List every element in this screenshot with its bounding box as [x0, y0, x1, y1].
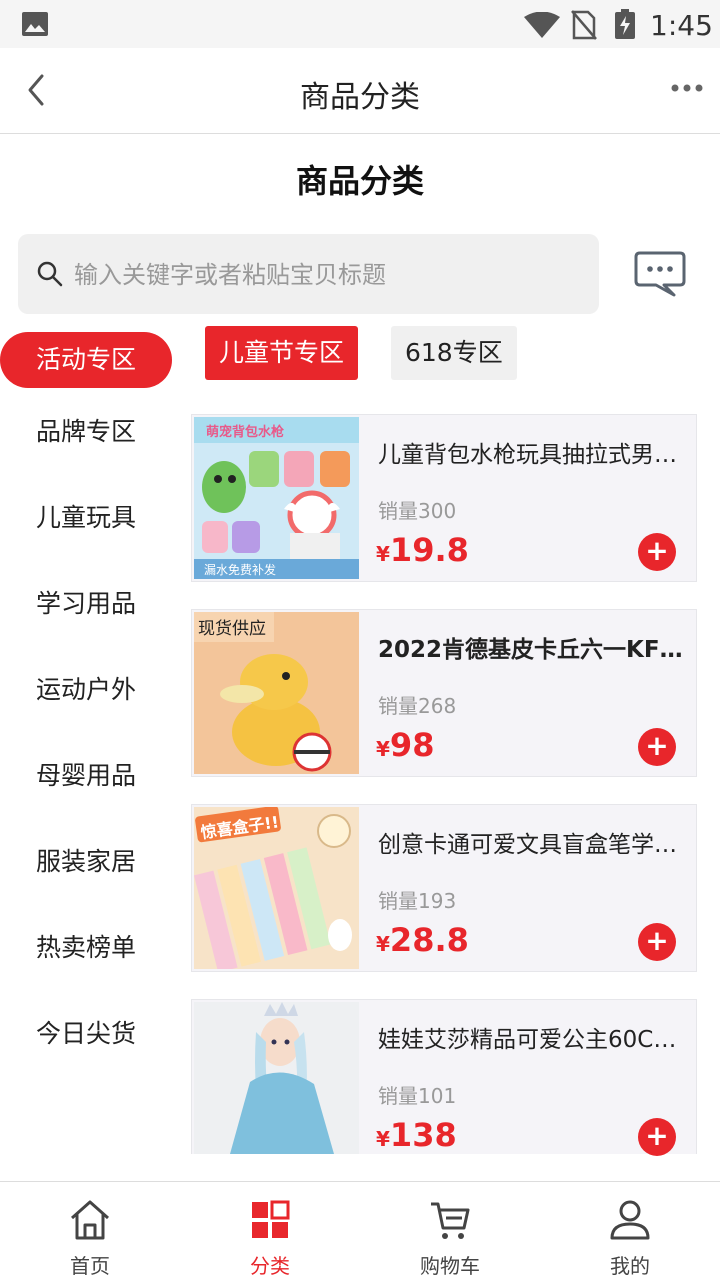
search-input[interactable] [72, 252, 586, 298]
search-icon [37, 261, 63, 287]
product-price: ¥98 [376, 726, 434, 764]
tab-profile[interactable]: 我的 [540, 1182, 720, 1281]
sidebar-item-hot[interactable]: 热卖榜单 [0, 920, 172, 976]
product-name: 儿童背包水枪玩具抽拉式男… [378, 442, 677, 468]
wifi-icon [524, 12, 560, 38]
sidebar-item-label: 儿童玩具 [36, 503, 137, 532]
sidebar-item-brand[interactable]: 品牌专区 [0, 404, 172, 460]
no-sim-icon [571, 10, 597, 40]
product-card[interactable]: 娃娃艾莎精品可爱公主60C… 销量101 ¥138 + [191, 999, 697, 1156]
product-image: 萌宠背包水枪 漏水免费补发 [194, 417, 359, 579]
tab-home[interactable]: 首页 [0, 1182, 180, 1281]
currency-symbol: ¥ [376, 737, 390, 761]
svg-text:漏水免费补发: 漏水免费补发 [204, 562, 276, 577]
currency-symbol: ¥ [376, 932, 390, 956]
status-bar: 1:45 [0, 0, 720, 48]
price-value: 98 [389, 726, 435, 764]
price-value: 138 [389, 1116, 457, 1154]
price-value: 19.8 [389, 531, 469, 569]
sidebar-item-label: 母婴用品 [36, 761, 137, 790]
profile-icon [610, 1200, 650, 1240]
gallery-icon [22, 12, 48, 36]
product-image: 惊喜盒子!! [194, 807, 359, 969]
product-image: 现货供应 [194, 612, 359, 774]
sidebar-item-toys[interactable]: 儿童玩具 [0, 490, 172, 546]
tab-label: 我的 [610, 1254, 650, 1278]
sidebar-item-study[interactable]: 学习用品 [0, 576, 172, 632]
page-title: 商品分类 [295, 162, 424, 200]
tab-category[interactable]: 分类 [180, 1182, 360, 1281]
tab-label: 购物车 [420, 1254, 480, 1278]
bottom-tab-bar: 首页 分类 购物车 我的 [0, 1181, 720, 1281]
sidebar-item-outdoor[interactable]: 运动户外 [0, 662, 172, 718]
nav-title: 商品分类 [300, 80, 420, 115]
price-value: 28.8 [389, 921, 469, 959]
tab-label: 首页 [70, 1254, 110, 1278]
sidebar-item-apparel[interactable]: 服装家居 [0, 834, 172, 890]
sidebar-item-label: 今日尖货 [36, 1019, 137, 1048]
add-to-cart-button[interactable]: + [638, 1118, 676, 1156]
product-card[interactable]: 惊喜盒子!! 创意卡通可爱文具盲盒笔学… 销量193 ¥28.8 + [191, 804, 697, 972]
product-card[interactable]: 萌宠背包水枪 漏水免费补发 儿童背包水枪玩具抽拉式男… 销量300 ¥19.8 … [191, 414, 697, 582]
product-price: ¥138 [376, 1116, 457, 1154]
product-name: 娃娃艾莎精品可爱公主60C… [378, 1027, 677, 1053]
sidebar-item-label: 活动专区 [36, 345, 137, 374]
product-image [194, 1002, 359, 1154]
product-name: 2022肯德基皮卡丘六一KFC… [378, 637, 686, 663]
product-price: ¥19.8 [376, 531, 469, 569]
sidebar-item-activity[interactable]: 活动专区 [0, 332, 172, 388]
sidebar-item-today[interactable]: 今日尖货 [0, 1006, 172, 1062]
search-bar[interactable] [18, 234, 599, 314]
add-to-cart-button[interactable]: + [638, 728, 676, 766]
home-icon [71, 1200, 109, 1240]
product-sales: 销量101 [378, 1084, 457, 1108]
product-name: 创意卡通可爱文具盲盒笔学… [378, 832, 677, 858]
battery-icon [615, 9, 635, 39]
sidebar-item-label: 服装家居 [36, 847, 137, 876]
svg-text:萌宠背包水枪: 萌宠背包水枪 [206, 424, 284, 440]
cart-icon [431, 1202, 470, 1239]
product-sales: 销量268 [378, 694, 457, 718]
add-to-cart-button[interactable]: + [638, 923, 676, 961]
sidebar-item-label: 学习用品 [36, 589, 137, 618]
nav-bar: 商品分类 [0, 48, 720, 134]
chip-618[interactable]: 618专区 [391, 326, 517, 380]
more-icon[interactable] [670, 78, 704, 98]
product-card[interactable]: 现货供应 2022肯德基皮卡丘六一KFC… 销量268 ¥98 + [191, 609, 697, 777]
svg-text:现货供应: 现货供应 [198, 619, 266, 639]
sidebar-item-label: 热卖榜单 [36, 933, 137, 962]
add-to-cart-button[interactable]: + [638, 533, 676, 571]
tab-label: 分类 [250, 1254, 290, 1278]
sidebar-item-baby[interactable]: 母婴用品 [0, 748, 172, 804]
product-sales: 销量193 [378, 889, 457, 913]
sidebar-item-label: 品牌专区 [36, 417, 137, 446]
category-icon [252, 1200, 290, 1238]
currency-symbol: ¥ [376, 1127, 390, 1151]
tab-cart[interactable]: 购物车 [360, 1182, 540, 1281]
sidebar-item-label: 运动户外 [36, 675, 137, 704]
product-sales: 销量300 [378, 499, 457, 523]
currency-symbol: ¥ [376, 542, 390, 566]
message-icon[interactable] [634, 250, 686, 298]
product-price: ¥28.8 [376, 921, 469, 959]
chip-childrens-day[interactable]: 儿童节专区 [205, 326, 359, 380]
status-time: 1:45 [650, 9, 713, 42]
